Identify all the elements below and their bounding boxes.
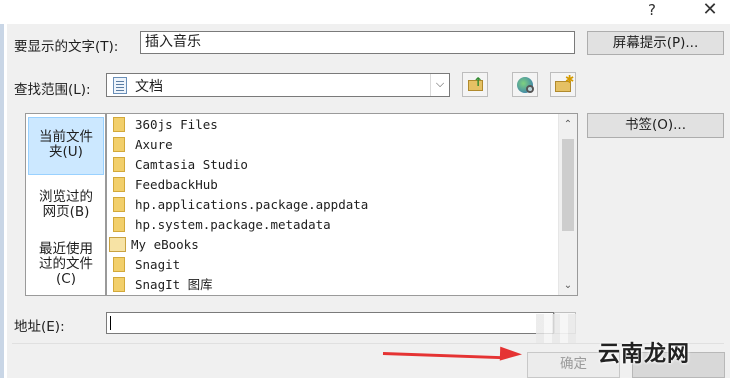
close-button[interactable]: ✕: [690, 0, 730, 22]
place-label-line: 最近使用: [39, 241, 93, 257]
blur-overlay: [536, 314, 576, 344]
list-item[interactable]: Camtasia Studio: [113, 155, 248, 175]
list-item[interactable]: Axure: [113, 135, 173, 155]
list-item[interactable]: 360js Files: [113, 115, 218, 135]
file-name: Axure: [135, 137, 173, 152]
list-item[interactable]: hp.system.package.metadata: [113, 215, 331, 235]
list-item[interactable]: FeedbackHub: [113, 175, 218, 195]
folder-icon: [113, 257, 125, 272]
open-folder-icon: [109, 237, 126, 252]
watermark: 云南龙网: [598, 342, 691, 367]
document-folder-icon: [113, 77, 127, 94]
text-caret: [110, 316, 111, 330]
place-label-line: 过的文件: [39, 256, 93, 272]
scroll-thumb[interactable]: [562, 139, 574, 231]
new-folder-icon[interactable]: ✱: [550, 72, 576, 97]
place-label-line: 夹(U): [49, 144, 83, 160]
help-button[interactable]: ?: [632, 0, 672, 22]
folder-icon: [113, 217, 125, 232]
file-name: My eBooks: [131, 237, 199, 252]
file-name: hp.applications.package.appdata: [135, 197, 369, 212]
address-label: 地址(E):: [14, 319, 65, 335]
title-bar: ? ✕: [0, 0, 730, 24]
folder-icon: [113, 197, 125, 212]
look-in-label: 查找范围(L):: [14, 82, 91, 98]
folder-icon: [113, 277, 125, 292]
file-name: 360js Files: [135, 117, 218, 132]
bookmark-button[interactable]: 书签(O)...: [587, 113, 724, 138]
file-name: Snagit: [135, 257, 181, 272]
place-recent-files[interactable]: 最近使用 过的文件 (C): [28, 238, 104, 293]
look-in-dropdown[interactable]: 文档 ⌵: [106, 73, 450, 97]
place-current-folder[interactable]: 当前文件 夹(U): [28, 117, 104, 175]
scroll-up-icon[interactable]: ⌃: [559, 116, 577, 133]
display-text-input[interactable]: 插入音乐: [140, 31, 575, 54]
folder-icon: [113, 137, 125, 152]
place-label-line: 当前文件: [39, 129, 93, 145]
folder-up-icon[interactable]: ↑: [462, 72, 488, 97]
display-text-label: 要显示的文字(T):: [14, 39, 119, 55]
folder-icon: [113, 157, 125, 172]
place-browsed-pages[interactable]: 浏览过的 网页(B): [28, 182, 104, 232]
chevron-down-icon[interactable]: ⌵: [430, 74, 449, 96]
browse-web-icon[interactable]: [512, 72, 538, 97]
annotation-arrow-head-icon: [499, 346, 523, 362]
file-name: Camtasia Studio: [135, 157, 248, 172]
list-item[interactable]: Snagit: [113, 255, 180, 275]
screentip-button[interactable]: 屏幕提示(P)...: [587, 31, 724, 55]
insert-hyperlink-dialog: ? ✕ 要显示的文字(T): 插入音乐 屏幕提示(P)... 查找范围(L): …: [0, 0, 730, 378]
list-item[interactable]: hp.applications.package.appdata: [113, 195, 368, 215]
annotation-arrow-line: [382, 352, 503, 360]
place-label-line: 网页(B): [42, 204, 90, 220]
file-name: FeedbackHub: [135, 177, 218, 192]
file-list[interactable]: 360js Files Axure Camtasia Studio Feedba…: [106, 113, 578, 296]
list-item[interactable]: My eBooks: [109, 235, 199, 255]
places-bar: 当前文件 夹(U) 浏览过的 网页(B) 最近使用 过的文件 (C): [25, 113, 106, 296]
list-item[interactable]: SnagIt 图库: [113, 275, 213, 295]
place-label-line: (C): [56, 271, 76, 287]
vertical-scrollbar[interactable]: ⌃ ⌄: [558, 114, 577, 295]
folder-icon: [113, 177, 125, 192]
look-in-value: 文档: [135, 79, 163, 95]
address-input[interactable]: [106, 312, 554, 334]
place-label-line: 浏览过的: [39, 189, 93, 205]
file-name: SnagIt 图库: [135, 277, 213, 292]
folder-icon: [113, 117, 125, 132]
scroll-down-icon[interactable]: ⌄: [559, 277, 577, 294]
file-name: hp.system.package.metadata: [135, 217, 331, 232]
left-edge-highlight: [4, 24, 7, 378]
